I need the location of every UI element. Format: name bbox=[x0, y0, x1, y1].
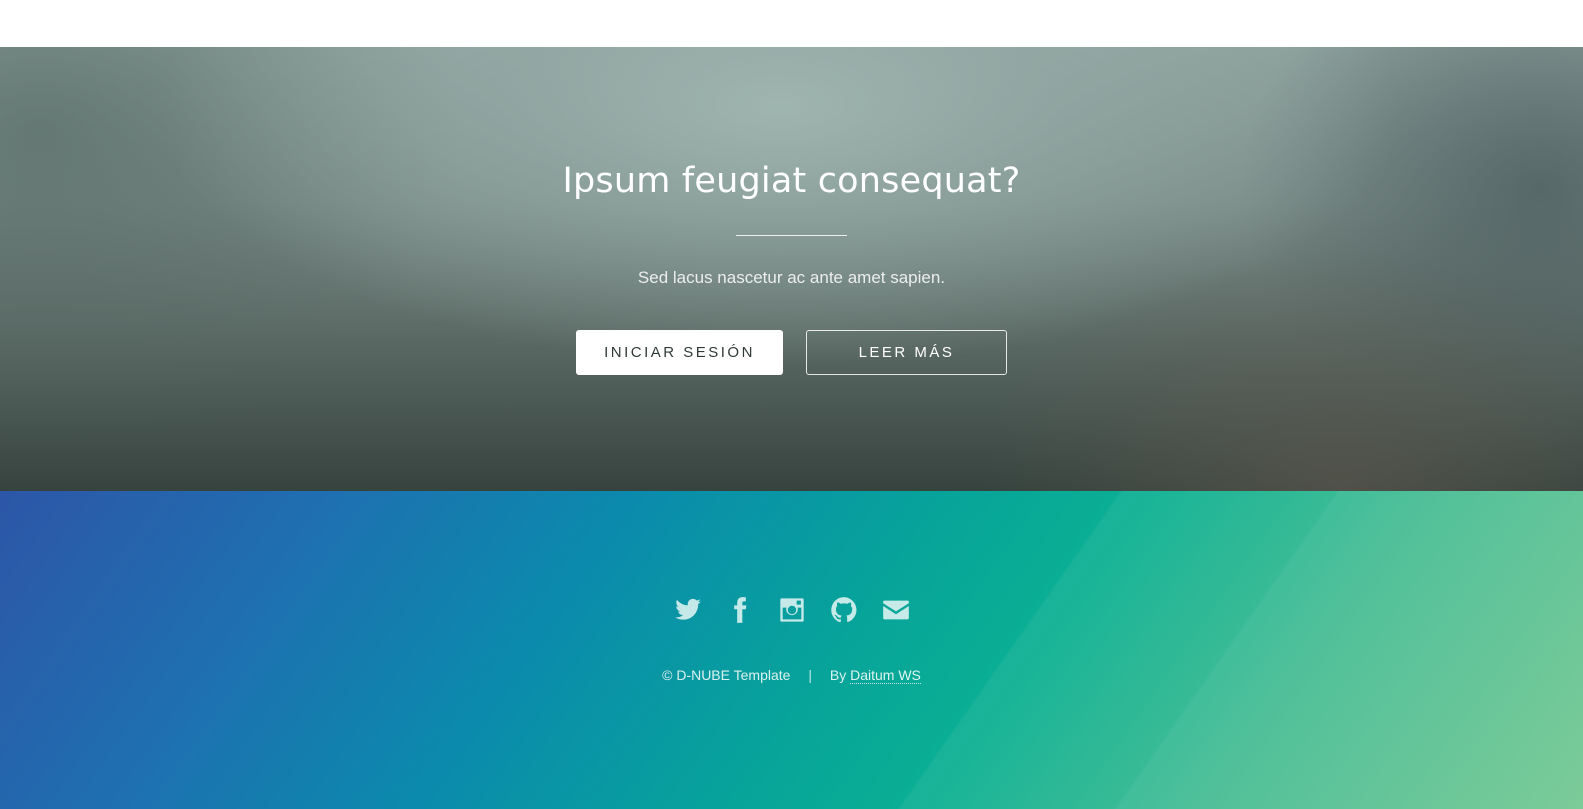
cta-banner: Ipsum feugiat consequat? Sed lacus nasce… bbox=[0, 47, 1583, 491]
read-more-button[interactable]: LEER MÁS bbox=[806, 330, 1007, 375]
cta-divider bbox=[736, 235, 847, 236]
github-icon[interactable] bbox=[829, 595, 859, 625]
cta-title: Ipsum feugiat consequat? bbox=[562, 161, 1021, 201]
login-button[interactable]: INICIAR SESIÓN bbox=[576, 330, 783, 375]
social-icons bbox=[0, 595, 1583, 625]
copyright-line: © D-NUBE Template | By Daitum WS bbox=[0, 667, 1583, 684]
cta-subtitle: Sed lacus nascetur ac ante amet sapien. bbox=[637, 268, 946, 287]
twitter-icon[interactable] bbox=[673, 595, 703, 625]
author-link[interactable]: Daitum WS bbox=[850, 667, 921, 684]
envelope-icon[interactable] bbox=[881, 595, 911, 625]
facebook-icon[interactable] bbox=[725, 595, 755, 625]
copyright-text: © D-NUBE Template bbox=[662, 667, 791, 683]
by-prefix: By bbox=[829, 667, 847, 683]
top-bar bbox=[0, 0, 1583, 47]
instagram-icon[interactable] bbox=[777, 595, 807, 625]
footer: © D-NUBE Template | By Daitum WS bbox=[0, 491, 1583, 809]
footer-separator: | bbox=[808, 667, 812, 683]
